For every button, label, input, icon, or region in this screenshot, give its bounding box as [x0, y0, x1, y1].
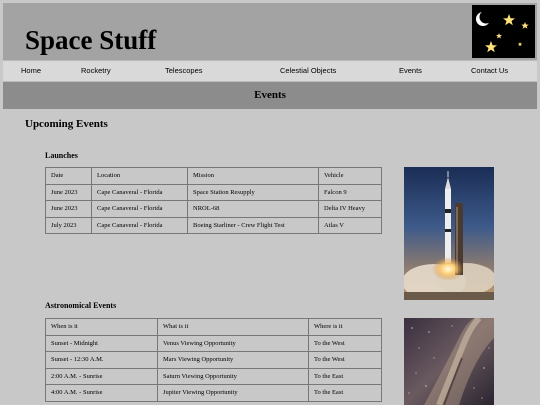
header-cell: Vehicle — [318, 167, 382, 185]
table-cell: To the East — [308, 384, 382, 402]
table-cell: To the East — [308, 367, 382, 385]
table-row: 2:00 A.M. - Sunrise Saturn Viewing Oppor… — [45, 367, 382, 385]
nav-celestial-objects[interactable]: Celestial Objects — [280, 66, 336, 75]
table-row: Sunset - 12:30 A.M. Mars Viewing Opportu… — [45, 351, 382, 369]
site-header: Space Stuff — [3, 3, 537, 60]
table-cell: June 2023 — [45, 200, 92, 218]
launches-heading: Launches — [45, 151, 78, 160]
nav-events[interactable]: Events — [399, 66, 422, 75]
rocket-launch-photo — [404, 167, 494, 300]
table-cell: 2:00 A.M. - Sunrise — [45, 367, 158, 385]
header-cell: Location — [91, 167, 188, 185]
header-cell: Mission — [187, 167, 319, 185]
table-cell: To the West — [308, 351, 382, 369]
main-nav: Home Rocketry Telescopes Celestial Objec… — [3, 60, 537, 82]
table-cell: Sunset - 12:30 A.M. — [45, 351, 158, 369]
table-row: June 2023 Cape Canaveral - Florida NROL-… — [45, 200, 382, 218]
nav-contact-us[interactable]: Contact Us — [471, 66, 508, 75]
launches-table: Date Location Mission Vehicle June 2023 … — [45, 167, 382, 234]
table-header-row: Date Location Mission Vehicle — [45, 167, 382, 185]
table-cell: Mars Viewing Opportunity — [157, 351, 309, 369]
header-cell: When is it — [45, 318, 158, 336]
section-title: Events — [254, 89, 286, 101]
table-cell: Sunset - Midnight — [45, 334, 158, 352]
milky-way-photo — [404, 318, 494, 405]
header-cell: What is it — [157, 318, 309, 336]
table-cell: Cape Canaveral - Florida — [91, 183, 188, 201]
astro-table: When is it What is it Where is it Sunset… — [45, 318, 382, 402]
nav-rocketry[interactable]: Rocketry — [81, 66, 111, 75]
table-cell: Jupiter Viewing Opportunity — [157, 384, 309, 402]
nav-telescopes[interactable]: Telescopes — [165, 66, 203, 75]
table-header-row: When is it What is it Where is it — [45, 318, 382, 336]
table-row: June 2023 Cape Canaveral - Florida Space… — [45, 183, 382, 201]
table-cell: 4:00 A.M. - Sunrise — [45, 384, 158, 402]
table-cell: Delta IV Heavy — [318, 200, 382, 218]
table-cell: Boeing Starliner - Crew Flight Test — [187, 216, 319, 234]
section-bar: Events — [3, 82, 537, 109]
table-row: 4:00 A.M. - Sunrise Jupiter Viewing Oppo… — [45, 384, 382, 402]
moon-stars-logo-icon — [472, 5, 535, 58]
page-heading: Upcoming Events — [25, 118, 108, 130]
header-cell: Date — [45, 167, 92, 185]
astro-heading: Astronomical Events — [45, 301, 117, 310]
table-cell: NROL-68 — [187, 200, 319, 218]
site-title: Space Stuff — [25, 25, 157, 55]
table-cell: Venus Viewing Opportunity — [157, 334, 309, 352]
table-cell: Cape Canaveral - Florida — [91, 216, 188, 234]
table-cell: July 2023 — [45, 216, 92, 234]
table-cell: Atlas V — [318, 216, 382, 234]
table-row: Sunset - Midnight Venus Viewing Opportun… — [45, 334, 382, 352]
table-cell: Saturn Viewing Opportunity — [157, 367, 309, 385]
table-cell: To the West — [308, 334, 382, 352]
table-cell: Space Station Resupply — [187, 183, 319, 201]
table-cell: June 2023 — [45, 183, 92, 201]
table-row: July 2023 Cape Canaveral - Florida Boein… — [45, 216, 382, 234]
header-cell: Where is it — [308, 318, 382, 336]
table-cell: Falcon 9 — [318, 183, 382, 201]
table-cell: Cape Canaveral - Florida — [91, 200, 188, 218]
nav-home[interactable]: Home — [21, 66, 41, 75]
